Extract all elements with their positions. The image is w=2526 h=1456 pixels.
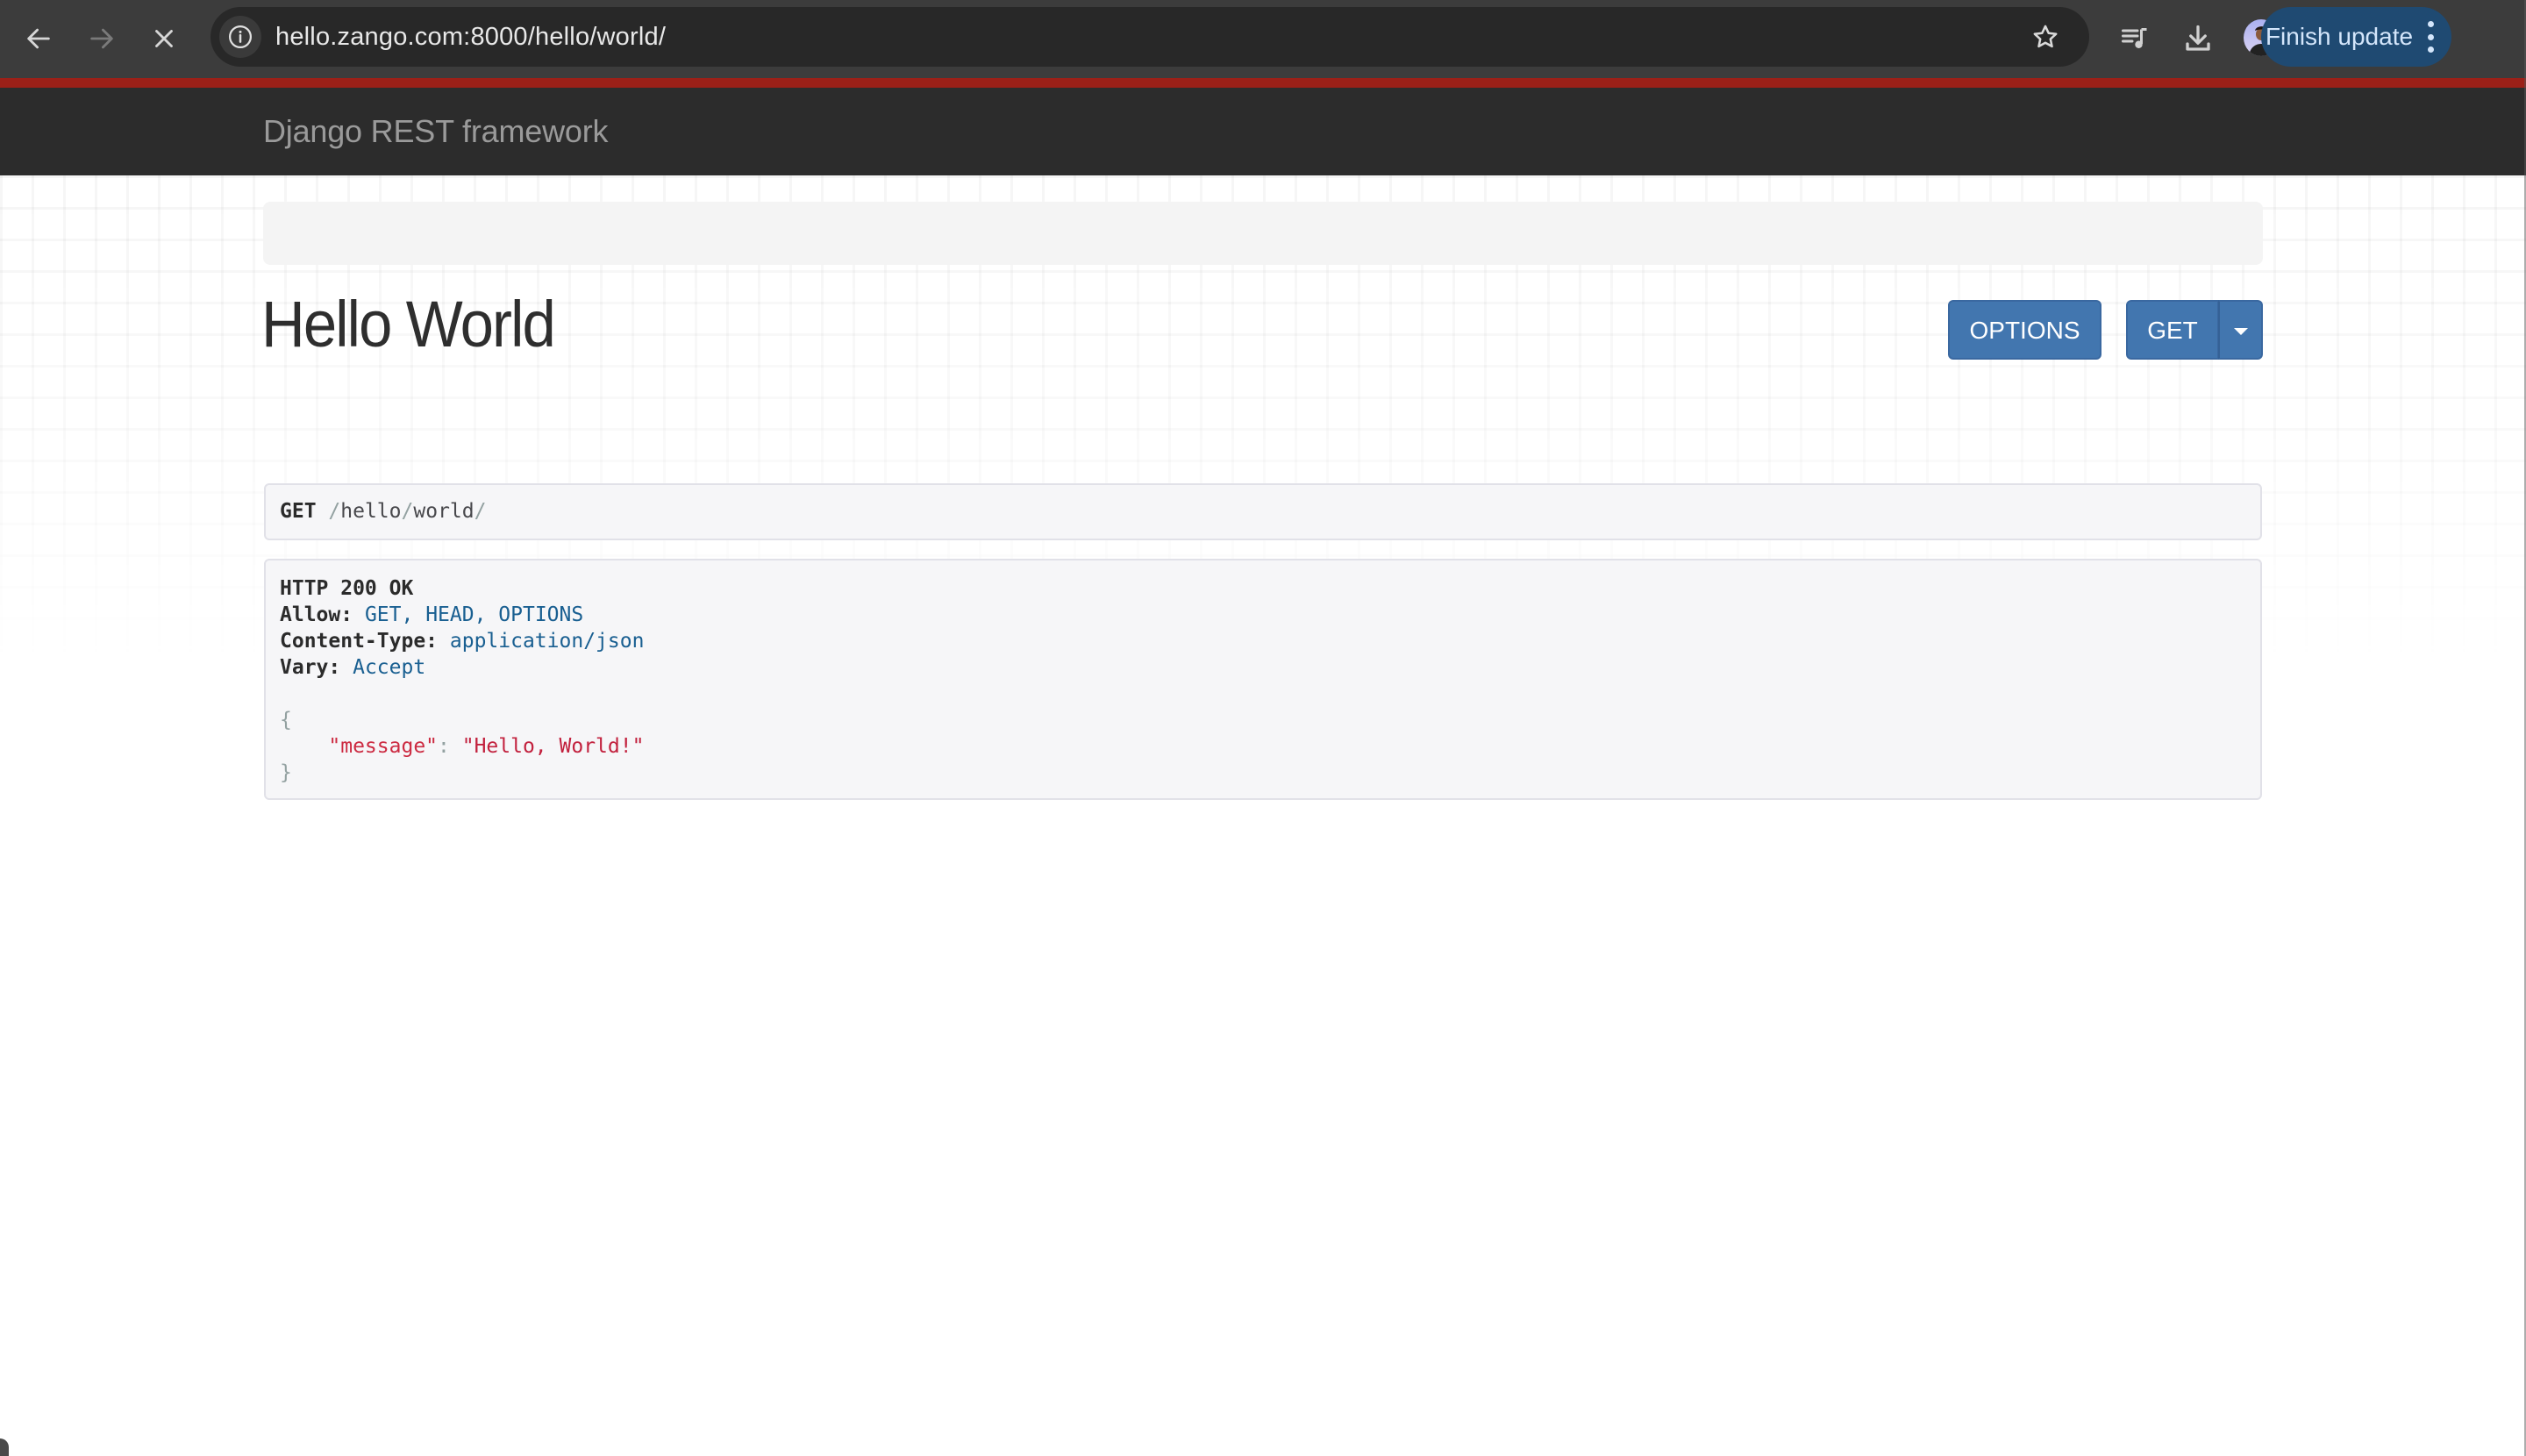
info-icon	[229, 25, 252, 48]
kebab-menu-icon[interactable]	[2422, 21, 2439, 53]
stop-loading-button[interactable]	[141, 16, 187, 61]
finish-update-button[interactable]: Finish update	[2261, 7, 2451, 67]
header-name: Allow:	[280, 603, 353, 626]
path-slash: /	[328, 500, 341, 523]
header-name: Content-Type:	[280, 630, 439, 653]
arrow-right-icon	[90, 28, 113, 49]
star-icon	[2033, 25, 2058, 48]
media-controls-button[interactable]	[2112, 16, 2158, 61]
header-value: GET, HEAD, OPTIONS	[364, 603, 584, 626]
options-button[interactable]: OPTIONS	[1948, 300, 2101, 360]
brand-link[interactable]: Django REST framework	[263, 88, 608, 175]
json-colon: :	[438, 735, 462, 758]
request-method: GET	[280, 500, 317, 523]
header-name: Vary:	[280, 656, 341, 679]
breadcrumb	[263, 202, 2263, 265]
path-segment: world	[413, 500, 475, 523]
json-value: "Hello, World!"	[461, 735, 645, 758]
json-open-brace: {	[280, 709, 292, 732]
navbar-accent-stripe	[0, 78, 2526, 88]
path-segment: hello	[340, 500, 402, 523]
url-text[interactable]: hello.zango.com:8000/hello/world/	[275, 7, 666, 67]
get-button[interactable]: GET	[2126, 300, 2219, 360]
close-icon	[155, 30, 173, 47]
browser-toolbar: hello.zango.com:8000/hello/world/ Finish…	[0, 0, 2526, 79]
path-slash: /	[401, 500, 414, 523]
arrow-left-icon	[27, 28, 50, 49]
queue-music-icon	[2122, 28, 2147, 48]
caret-down-icon	[2233, 327, 2248, 335]
finish-update-label: Finish update	[2265, 23, 2414, 50]
forward-button[interactable]	[79, 16, 125, 61]
path-slash: /	[474, 500, 487, 523]
site-info-button[interactable]	[219, 16, 261, 58]
header-value: Accept	[353, 656, 426, 679]
response-info: HTTP 200 OK Allow: GET, HEAD, OPTIONS Co…	[264, 559, 2262, 800]
get-format-dropdown-toggle[interactable]	[2218, 300, 2263, 360]
bookmark-button[interactable]	[2028, 19, 2063, 54]
page-viewport: Django REST framework Hello World OPTION…	[0, 78, 2526, 1456]
request-info: GET /hello/world/	[264, 483, 2262, 540]
status-line: HTTP 200 OK	[280, 577, 414, 600]
back-button[interactable]	[16, 16, 61, 61]
json-close-brace: }	[280, 761, 292, 784]
page-title: Hello World	[261, 288, 556, 360]
header-value: application/json	[449, 630, 645, 653]
download-icon	[2186, 25, 2210, 51]
downloads-button[interactable]	[2175, 16, 2221, 61]
json-key: "message"	[328, 735, 439, 758]
address-bar[interactable]: hello.zango.com:8000/hello/world/	[210, 7, 2089, 67]
navbar: Django REST framework	[0, 88, 2526, 175]
